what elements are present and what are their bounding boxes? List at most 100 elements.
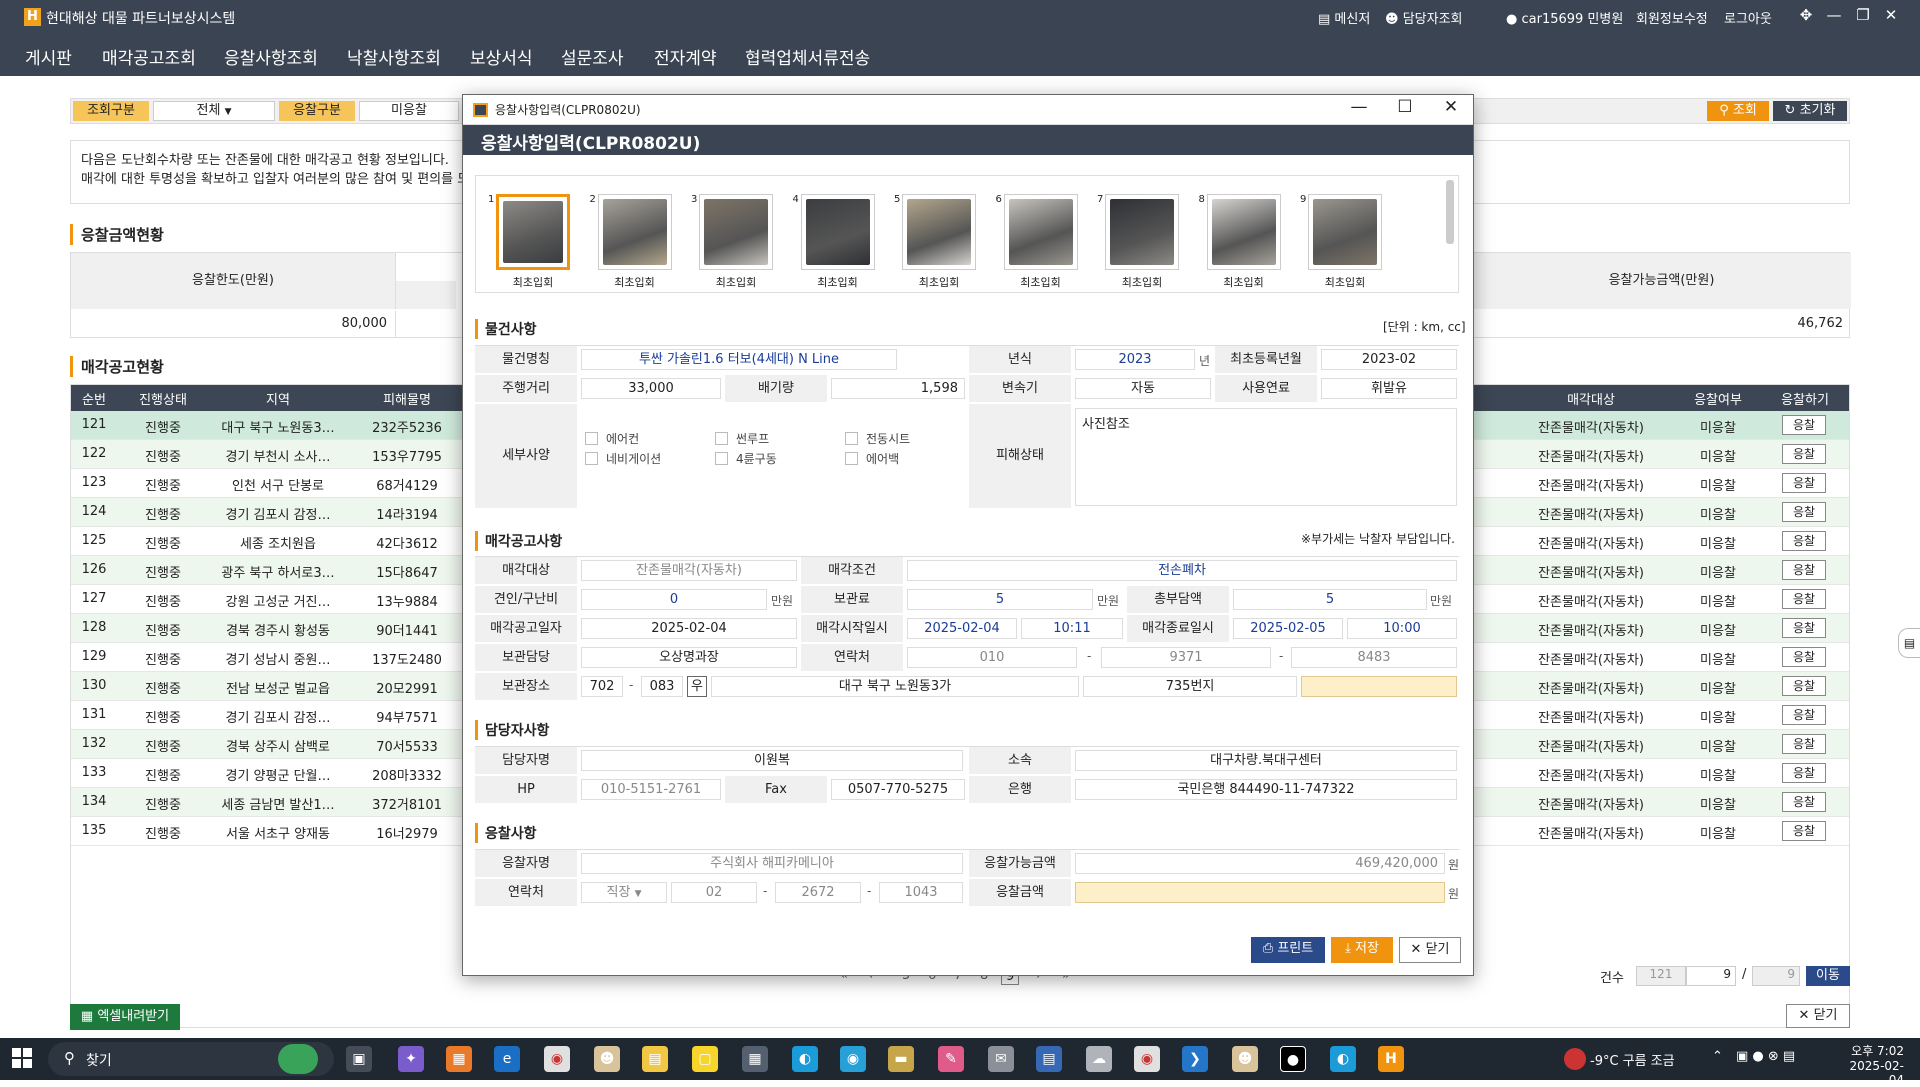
app-icon-2[interactable]: ◉ [840,1046,866,1072]
search-button[interactable]: ⚲ 조회 [1707,101,1769,121]
photo-thumbnail[interactable] [902,194,976,270]
excel-download-button[interactable]: ▦ 엑셀내려받기 [70,1004,180,1030]
close-icon[interactable]: ✕ [1881,6,1901,24]
hyundai-app-icon[interactable]: H [1378,1046,1404,1072]
bid-button[interactable]: 응찰 [1782,473,1826,493]
calculator-icon[interactable]: ▦ [742,1046,768,1072]
messenger-app-icon[interactable]: ☻ [594,1046,620,1072]
bid-button[interactable]: 응찰 [1782,792,1826,812]
photo-thumbnail[interactable] [1206,194,1281,270]
bid-tel-1[interactable]: 02 [671,882,757,903]
item-name-value: 투싼 가솔린1.6 터보(4세대) N Line [581,349,897,370]
vscode-icon[interactable]: ❯ [1182,1046,1208,1072]
edit-info-link[interactable]: 회원정보수정 [1636,8,1708,27]
photo-thumbnail[interactable] [1308,194,1382,270]
bid-amount-input[interactable] [1075,882,1445,903]
sticky-notes-icon[interactable]: ▢ [692,1046,718,1072]
app-icon-8[interactable]: ● [1280,1046,1306,1072]
photo-thumbnail[interactable] [597,194,672,270]
restore-icon[interactable]: ❐ [1853,6,1873,24]
bid-button[interactable]: 응찰 [1782,531,1826,551]
app-icon-1[interactable]: ▦ [446,1046,472,1072]
reset-button[interactable]: ↻ 초기화 [1773,101,1847,121]
opt-4wd[interactable]: 4륜구동 [715,450,777,467]
bid-tel-2[interactable]: 2672 [775,882,861,903]
bid-button[interactable]: 응찰 [1782,821,1826,841]
staff-lookup-button[interactable]: ☻ 담당자조회 [1385,8,1463,27]
opt-navigation[interactable]: 네비게이션 [585,450,661,467]
dialog-minimize-icon[interactable]: — [1347,97,1371,117]
file-explorer-icon[interactable]: ▤ [642,1046,668,1072]
taskbar-search-box[interactable]: ⚲ 찾기 [48,1042,334,1076]
bid-button[interactable]: 응찰 [1782,734,1826,754]
clock-time[interactable]: 오후 7:02 [1838,1042,1904,1059]
zip-search-button[interactable]: 우 [687,676,707,697]
print-button[interactable]: ⎙ 프린트 [1251,937,1325,963]
bid-tel-3[interactable]: 1043 [879,882,963,903]
bid-button[interactable]: 응찰 [1782,560,1826,580]
opt-airbag[interactable]: 에어백 [845,450,899,467]
tray-icons[interactable]: ▣ ● ⊗ ▤ [1736,1049,1795,1064]
save-button[interactable]: ⤓ 저장 [1331,937,1393,963]
dialog-maximize-icon[interactable]: ☐ [1393,97,1417,117]
app-icon-5[interactable]: ✉ [988,1046,1014,1072]
menu-award-inquiry[interactable]: 낙찰사항조회 [347,44,441,69]
photo-thumbnail[interactable] [800,194,875,270]
bid-button[interactable]: 응찰 [1782,676,1826,696]
page-close-button[interactable]: ✕ 닫기 [1786,1004,1850,1028]
tray-chevron-icon[interactable]: ⌃ [1712,1049,1723,1064]
bid-button[interactable]: 응찰 [1782,763,1826,783]
copilot-icon[interactable]: ✦ [398,1046,424,1072]
bid-button[interactable]: 응찰 [1782,618,1826,638]
task-view-icon[interactable]: ▣ [346,1046,372,1072]
app-icon-7[interactable]: ☁ [1086,1046,1112,1072]
bid-button[interactable]: 응찰 [1782,647,1826,667]
app-icon-4[interactable]: ✎ [938,1046,964,1072]
opt-sunroof[interactable]: 썬루프 [715,430,769,447]
page-input[interactable]: 9 [1686,966,1736,986]
menu-forms[interactable]: 보상서식 [470,44,533,69]
menu-partner-docs[interactable]: 협력업체서류전송 [745,44,870,69]
photo-thumbnail[interactable] [1105,194,1179,270]
app-icon-3[interactable]: ▬ [888,1046,914,1072]
clock-date[interactable]: 2025-02-04 [1838,1059,1904,1087]
menu-survey[interactable]: 설문조사 [561,44,624,69]
logout-link[interactable]: 로그아웃 [1724,8,1772,27]
ie-icon[interactable]: e [494,1046,520,1072]
messenger-app-icon-2[interactable]: ☻ [1232,1046,1258,1072]
bid-button[interactable]: 응찰 [1782,502,1826,522]
bid-button[interactable]: 응찰 [1782,589,1826,609]
opt-power-seat[interactable]: 전동시트 [845,430,910,447]
edge-icon-2[interactable]: ◐ [1330,1046,1356,1072]
photo-thumbnail[interactable] [699,194,773,270]
app-icon-6[interactable]: ▤ [1036,1046,1062,1072]
bid-button[interactable]: 응찰 [1782,705,1826,725]
side-panel-toggle[interactable]: ▤ [1898,628,1920,658]
menu-sale-notice[interactable]: 매각공고조회 [102,44,196,69]
edge-icon[interactable]: ◐ [792,1046,818,1072]
go-button[interactable]: 이동 [1806,966,1850,986]
tow-value: 0 [581,589,767,610]
windows-start-icon[interactable] [12,1048,32,1068]
menu-board[interactable]: 게시판 [25,44,72,69]
menu-e-contract[interactable]: 전자계약 [654,44,717,69]
photo-thumbnail[interactable] [1003,194,1078,270]
contact-type-select[interactable]: 직장 ▼ [581,882,667,903]
filter-type-select[interactable]: 전체 ▼ [153,101,275,121]
minimize-icon[interactable]: — [1824,6,1844,24]
print-icon: ⎙ [1262,941,1274,956]
bid-button[interactable]: 응찰 [1782,444,1826,464]
filter-bid-select[interactable]: 미응찰 [359,101,459,121]
chrome-icon-2[interactable]: ◉ [1134,1046,1160,1072]
opt-aircon[interactable]: 에어컨 [585,430,639,447]
dialog-close-icon[interactable]: ✕ [1439,97,1463,117]
photo-scrollbar[interactable] [1446,180,1454,244]
dialog-close-button[interactable]: ✕ 닫기 [1399,937,1461,963]
chrome-icon[interactable]: ◉ [544,1046,570,1072]
photo-thumbnail[interactable] [496,194,570,270]
bid-button[interactable]: 응찰 [1782,415,1826,435]
cell-no: 132 [81,736,107,751]
messenger-button[interactable]: ▤ 메신저 [1318,8,1370,27]
move-icon[interactable]: ✥ [1796,6,1816,24]
menu-bid-inquiry[interactable]: 응찰사항조회 [224,44,318,69]
